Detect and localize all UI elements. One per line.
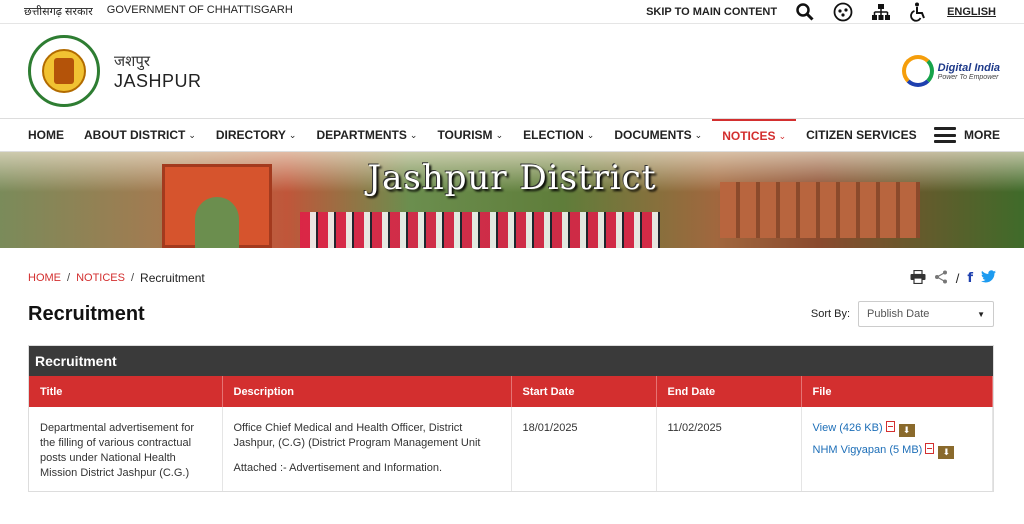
chevron-down-icon: ⌄ (495, 129, 504, 140)
state-govt-hindi: छत्तीसगढ़ सरकार (24, 6, 93, 18)
recruitment-table: Recruitment Title Description Start Date… (28, 345, 994, 492)
download-icon[interactable]: ⬇ (898, 424, 915, 437)
social-media-icon[interactable] (833, 2, 853, 22)
chevron-down-icon: ⌄ (188, 129, 196, 140)
col-header-description[interactable]: Description (222, 376, 512, 407)
accessibility-icon[interactable] (909, 2, 929, 22)
print-icon[interactable] (910, 269, 926, 287)
skip-to-main-link[interactable]: SKIP TO MAIN CONTENT (646, 6, 777, 18)
nav-directory[interactable]: DIRECTORY ⌄ (206, 119, 307, 151)
table-header-row: Title Description Start Date End Date Fi… (29, 376, 993, 407)
sort-select[interactable]: Publish Date ▼ (858, 301, 994, 327)
nav-about-district[interactable]: ABOUT DISTRICT ⌄ (74, 119, 206, 151)
facebook-icon[interactable]: f (967, 271, 973, 286)
breadcrumb-home[interactable]: HOME (28, 272, 61, 284)
district-name-hindi: जशपुर (114, 52, 150, 70)
digital-india-mark-icon (901, 55, 934, 87)
nav-home[interactable]: HOME (18, 119, 74, 151)
sitemap-icon[interactable] (871, 2, 891, 22)
banner-dancers-image (300, 212, 660, 248)
nav-notices[interactable]: NOTICES ⌄ (712, 119, 797, 151)
cell-files: View (426 KB) ⬇ NHM Vigyapan (5 MB) ⬇ (801, 407, 993, 491)
nav-documents[interactable]: DOCUMENTS ⌄ (604, 119, 712, 151)
site-name[interactable]: जशपुर JASHPUR (114, 51, 202, 92)
more-menu-button[interactable]: MORE (934, 119, 1006, 151)
nhm-vigyapan-link[interactable]: NHM Vigyapan (5 MB) (813, 444, 923, 456)
download-icon[interactable]: ⬇ (938, 446, 955, 459)
breadcrumb: HOME / NOTICES / Recruitment / f (0, 269, 1024, 287)
sort-select-value: Publish Date (867, 308, 930, 320)
twitter-icon[interactable] (981, 270, 996, 286)
digital-india-logo[interactable]: Digital India Power To Empower (901, 55, 1000, 87)
breadcrumb-current: Recruitment (140, 271, 205, 285)
table-caption: Recruitment (29, 346, 993, 376)
sort-label: Sort By: (810, 308, 850, 320)
chevron-down-icon: ⌄ (409, 129, 418, 140)
view-file-link[interactable]: View (426 KB) (813, 422, 883, 434)
chevron-down-icon: ⌄ (694, 129, 703, 140)
main-nav: HOME ABOUT DISTRICT ⌄ DIRECTORY ⌄ DEPARTME… (0, 118, 1024, 152)
govt-name: GOVERNMENT OF CHHATTISGARH (106, 4, 293, 16)
search-icon[interactable] (795, 2, 815, 22)
description-attached: Attached :- Advertisement and Informatio… (233, 462, 443, 474)
nav-departments[interactable]: DEPARTMENTS ⌄ (306, 119, 427, 151)
cell-end-date: 11/02/2025 (656, 407, 802, 491)
state-emblem-logo[interactable] (28, 35, 100, 107)
share-tools: / f (910, 269, 996, 287)
sort-control: Sort By: Publish Date ▼ (811, 301, 994, 327)
chevron-down-icon: ⌄ (586, 129, 595, 140)
digital-india-tagline: Power To Empower (937, 73, 999, 81)
nav-election[interactable]: ELECTION ⌄ (513, 119, 604, 151)
col-header-start-date[interactable]: Start Date (511, 376, 657, 407)
cell-title: Departmental advertisement for the filli… (29, 407, 223, 491)
chevron-down-icon: ⌄ (288, 129, 297, 140)
district-name: JASHPUR (114, 70, 202, 91)
nav-tourism[interactable]: TOURISM ⌄ (427, 119, 513, 151)
caret-down-icon: ▼ (977, 309, 985, 319)
col-header-file: File (801, 376, 993, 407)
col-header-title[interactable]: Title (29, 376, 223, 407)
cell-start-date: 18/01/2025 (511, 407, 657, 491)
more-label: MORE (964, 128, 1000, 142)
banner-title: Jashpur District (367, 158, 657, 198)
description-text: Office Chief Medical and Health Officer,… (233, 422, 481, 449)
page-title: Recruitment (28, 302, 145, 325)
pdf-icon (885, 421, 895, 432)
cell-description: Office Chief Medical and Health Officer,… (222, 407, 512, 491)
col-header-end-date[interactable]: End Date (656, 376, 802, 407)
top-bar: छत्तीसगढ़ सरकार GOVERNMENT OF CHHATTISGA… (0, 0, 1024, 24)
district-banner: Jashpur District (0, 152, 1024, 248)
hamburger-icon (934, 127, 956, 143)
nav-citizen-services[interactable]: CITIZEN SERVICES (796, 119, 926, 151)
pdf-icon (925, 443, 935, 454)
language-link[interactable]: ENGLISH (947, 6, 996, 18)
digital-india-title: Digital India (937, 61, 1000, 74)
table-row: Departmental advertisement for the filli… (29, 407, 993, 491)
site-header: जशपुर JASHPUR Digital India Power To Emp… (0, 24, 1024, 118)
chevron-down-icon: ⌄ (778, 130, 787, 141)
share-icon[interactable] (934, 270, 948, 287)
breadcrumb-notices[interactable]: NOTICES (76, 272, 125, 284)
page-title-row: Recruitment Sort By: Publish Date ▼ (0, 300, 1024, 328)
